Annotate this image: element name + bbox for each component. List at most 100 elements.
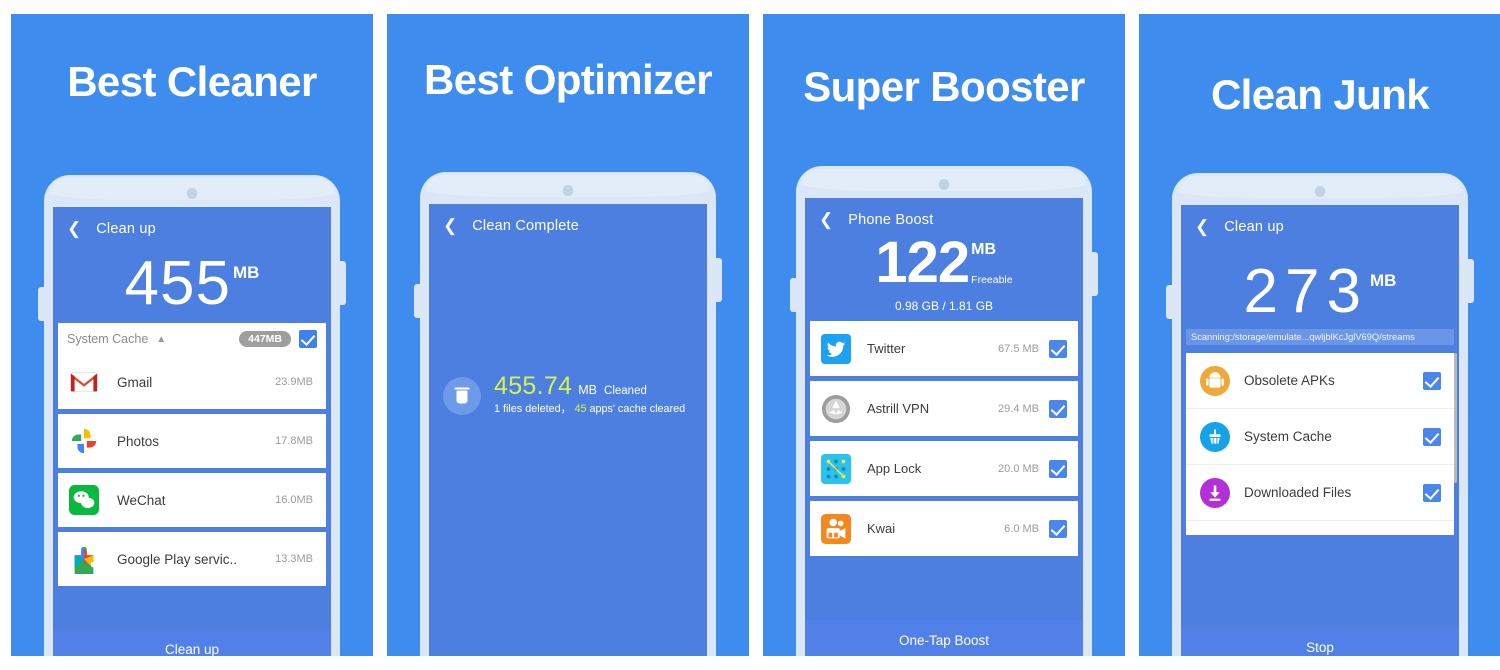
volume-button[interactable] <box>414 284 421 318</box>
app-size: 67.5 MB <box>998 342 1039 355</box>
app-checkbox[interactable] <box>1049 519 1067 538</box>
chevron-up-icon[interactable]: ▲ <box>156 334 166 345</box>
app-name: WeChat <box>117 492 166 508</box>
clean-detail: 1 files deleted， 45 apps' cache cleared <box>494 403 685 415</box>
app-name: Twitter <box>867 341 906 356</box>
list-item[interactable]: App Lock 20.0 MB <box>810 441 1078 496</box>
list-item[interactable]: Obsolete APKs <box>1186 353 1454 409</box>
list-item[interactable]: Kwai 6.0 MB <box>810 501 1078 556</box>
clean-result: 455.74 MB Cleaned 1 files deleted， 45 apps… <box>443 374 697 417</box>
list-item[interactable]: Astrill VPN 29.4 MB <box>810 381 1078 436</box>
wechat-icon <box>69 485 99 515</box>
phone-screen: ❮ Clean Complete 455.74 MB Cleaned 1 fil… <box>429 204 707 656</box>
running-apps-list: Twitter 67.5 MB Astrill VPN 29.4 MB App … <box>810 321 1078 556</box>
volume-button[interactable] <box>1166 285 1173 319</box>
chevron-left-icon[interactable]: ❮ <box>819 211 833 228</box>
panel-title: Best Cleaner <box>67 58 317 105</box>
app-checkbox[interactable] <box>1049 339 1067 358</box>
app-name: Gmail <box>117 374 153 390</box>
astrill-vpn-icon <box>821 394 851 424</box>
category-name: Obsolete APKs <box>1244 373 1335 388</box>
screen-appbar: ❮ Clean Complete <box>429 204 707 234</box>
app-checkbox[interactable] <box>1049 399 1067 418</box>
trash-icon <box>443 376 481 415</box>
phone-screen: ❮ Clean up 273 MB Scanning:/storage/emula… <box>1181 205 1459 656</box>
apps-count: 45 <box>574 403 587 415</box>
panel-title: Best Optimizer <box>424 56 713 103</box>
cleaned-label: Cleaned <box>604 385 647 397</box>
phone-frame: ❮ Clean up 273 MB Scanning:/storage/emula… <box>1166 173 1474 656</box>
group-checkbox[interactable] <box>299 330 317 348</box>
camera-dot-icon <box>562 185 574 196</box>
panel-title: Super Booster <box>803 63 1085 110</box>
kwai-icon <box>821 513 851 544</box>
category-name: System Cache <box>1244 429 1332 444</box>
power-button[interactable] <box>1467 259 1474 303</box>
screen-appbar: ❮ Phone Boost <box>805 198 1083 228</box>
phone-frame: ❮ Clean up 455 MB System Cache ▲ 447MB G… <box>38 175 346 656</box>
junk-total-value: 273 <box>1243 257 1368 326</box>
app-lock-icon <box>821 453 851 484</box>
junk-category-list: Obsolete APKs System Cache Downloaded Fi… <box>1186 353 1454 535</box>
volume-button[interactable] <box>38 287 45 321</box>
app-checkbox[interactable] <box>1049 459 1067 478</box>
list-item[interactable]: Downloaded Files <box>1186 465 1454 521</box>
app-size: 6.0 MB <box>1004 522 1039 535</box>
phone-mockup: ❮ Clean Complete 455.74 MB Cleaned 1 fil… <box>387 172 749 656</box>
list-item[interactable] <box>1186 521 1454 535</box>
phone-screen: ❮ Clean up 455 MB System Cache ▲ 447MB G… <box>53 207 331 656</box>
app-name: Kwai <box>867 521 896 536</box>
phone-mockup: ❮ Phone Boost 122 MB Freeable 0.98 GB / … <box>763 166 1125 656</box>
screen-title: Clean up <box>1224 218 1284 235</box>
one-tap-boost-button[interactable]: One-Tap Boost <box>805 620 1083 656</box>
group-size-badge: 447MB <box>239 331 291 347</box>
category-checkbox[interactable] <box>1423 483 1441 502</box>
trash-glyph <box>454 387 470 404</box>
stop-button[interactable]: Stop <box>1181 627 1459 656</box>
chevron-left-icon[interactable]: ❮ <box>1195 218 1209 235</box>
screen-title: Phone Boost <box>848 211 934 228</box>
app-size: 13.3MB <box>275 553 313 565</box>
app-name: Astrill VPN <box>867 401 930 416</box>
screen-title: Clean up <box>96 220 156 237</box>
junk-total-value: 455 <box>124 249 231 318</box>
list-item[interactable]: Gmail 23.9MB <box>58 355 326 409</box>
list-item[interactable]: Photos 17.8MB <box>58 414 326 468</box>
chevron-left-icon[interactable]: ❮ <box>443 217 457 234</box>
app-size: 20.0 MB <box>998 462 1039 475</box>
phone-frame: ❮ Clean Complete 455.74 MB Cleaned 1 fil… <box>414 172 722 656</box>
chevron-left-icon[interactable]: ❮ <box>67 220 81 237</box>
screen-title: Clean Complete <box>472 217 580 234</box>
power-button[interactable] <box>715 258 722 302</box>
phone-frame: ❮ Phone Boost 122 MB Freeable 0.98 GB / … <box>790 166 1098 656</box>
cache-list: System Cache ▲ 447MB Gmail 23.9MB Photos… <box>58 323 326 586</box>
list-item[interactable]: WeChat 16.0MB <box>58 473 326 527</box>
screen-appbar: ❮ Clean up <box>53 207 331 237</box>
volume-button[interactable] <box>790 278 797 312</box>
app-size: 17.8MB <box>275 435 313 447</box>
category-checkbox[interactable] <box>1423 427 1441 446</box>
group-header-system-cache[interactable]: System Cache ▲ 447MB <box>58 323 326 355</box>
cleaned-unit: MB <box>578 383 598 397</box>
promo-panel-super-booster: Super Booster ❮ Phone Boost 122 MB Freea… <box>763 14 1125 656</box>
files-deleted-text: 1 files deleted， <box>494 403 572 415</box>
junk-total-unit: MB <box>1370 271 1397 290</box>
android-apk-icon <box>1200 365 1230 396</box>
junk-total-unit: MB <box>233 263 260 282</box>
list-item[interactable]: Google Play servic.. 13.3MB <box>58 532 326 586</box>
list-item[interactable]: Twitter 67.5 MB <box>810 321 1078 376</box>
clean-up-button[interactable]: Clean up <box>53 629 331 656</box>
power-button[interactable] <box>339 261 346 305</box>
freeable-label: Freeable <box>971 274 1013 286</box>
broom-cache-icon <box>1200 421 1230 452</box>
power-button[interactable] <box>1091 252 1098 296</box>
list-scrollbar[interactable] <box>1454 353 1457 483</box>
freeable-value: 122 <box>875 230 970 295</box>
group-label: System Cache <box>67 332 149 346</box>
camera-dot-icon <box>186 188 198 199</box>
category-checkbox[interactable] <box>1423 371 1441 390</box>
promo-panel-clean-junk: Clean Junk ❮ Clean up 273 MB Scanning:/st… <box>1139 14 1500 656</box>
google-play-services-icon <box>69 544 99 574</box>
app-size: 29.4 MB <box>998 402 1039 415</box>
list-item[interactable]: System Cache <box>1186 409 1454 465</box>
